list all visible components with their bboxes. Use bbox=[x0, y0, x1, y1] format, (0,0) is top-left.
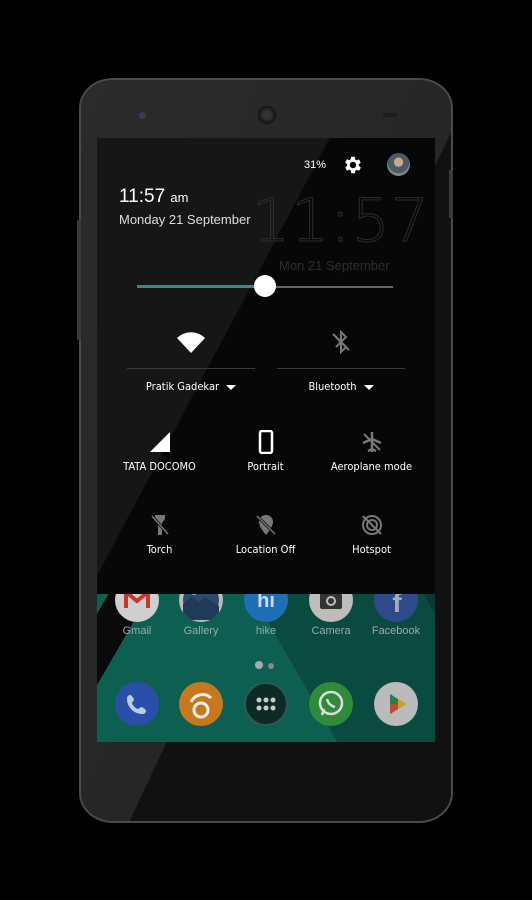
wifi-tile[interactable] bbox=[127, 330, 255, 354]
bluetooth-dropdown[interactable]: Bluetooth bbox=[277, 380, 405, 393]
dock-app-drawer[interactable] bbox=[236, 682, 296, 726]
page-dot-active[interactable] bbox=[255, 661, 263, 669]
screen: Gmail Gallery hi hike Camera f Facebook bbox=[97, 138, 435, 742]
torch-off-icon bbox=[150, 515, 169, 535]
hotspot-off-icon bbox=[361, 515, 382, 535]
volume-rocker[interactable] bbox=[77, 220, 81, 340]
app-label: Gmail bbox=[122, 625, 152, 637]
tile-label: Aeroplane mode bbox=[330, 460, 413, 473]
wifi-network-dropdown[interactable]: Pratik Gadekar bbox=[127, 380, 255, 393]
portrait-rotation-icon bbox=[258, 430, 273, 454]
lockscreen-date: Mon 21 September bbox=[279, 258, 390, 273]
divider bbox=[127, 368, 255, 369]
brightness-slider[interactable] bbox=[137, 275, 393, 297]
app-drawer-icon bbox=[244, 682, 288, 726]
wifi-icon bbox=[177, 332, 205, 353]
date: Monday 21 September bbox=[119, 212, 251, 227]
dock-phone[interactable] bbox=[107, 682, 167, 726]
tile-label: Torch bbox=[146, 543, 173, 556]
tile-hotspot[interactable]: Hotspot bbox=[319, 513, 424, 556]
tile-torch[interactable]: Torch bbox=[107, 513, 212, 556]
clock-time: 11:57 bbox=[119, 186, 166, 207]
bluetooth-label: Bluetooth bbox=[308, 380, 357, 393]
tile-rotation[interactable]: Portrait bbox=[213, 430, 318, 473]
tile-mobile-data[interactable]: TATA DOCOMO bbox=[107, 430, 212, 473]
tile-label: TATA DOCOMO bbox=[123, 460, 196, 473]
app-label: Camera bbox=[311, 625, 351, 637]
app-label: Gallery bbox=[183, 625, 219, 637]
bluetooth-tile[interactable] bbox=[277, 330, 405, 354]
settings-gear-icon[interactable] bbox=[342, 154, 364, 181]
page-indicator bbox=[255, 656, 279, 674]
brightness-thumb[interactable] bbox=[254, 275, 276, 297]
play-store-icon bbox=[374, 682, 418, 726]
app-label: hike bbox=[255, 625, 277, 637]
tile-label: Portrait bbox=[247, 460, 284, 473]
tile-label: Location Off bbox=[235, 543, 296, 556]
divider bbox=[277, 368, 405, 369]
cell-signal-icon bbox=[149, 432, 170, 452]
lockscreen-clock: 11:57 bbox=[252, 186, 430, 257]
wifi-label: Pratik Gadekar bbox=[145, 380, 220, 393]
front-camera bbox=[139, 112, 146, 119]
battery-percent: 31% bbox=[304, 159, 327, 171]
tile-location[interactable]: Location Off bbox=[213, 513, 318, 556]
clock-ampm: am bbox=[170, 190, 189, 205]
proximity-sensor bbox=[383, 113, 397, 117]
dock-uc-browser[interactable] bbox=[171, 682, 231, 726]
tile-label: Hotspot bbox=[352, 543, 391, 556]
bluetooth-off-icon bbox=[332, 330, 350, 354]
app-label: Facebook bbox=[371, 625, 421, 637]
tile-airplane[interactable]: Aeroplane mode bbox=[319, 430, 424, 473]
dock bbox=[97, 682, 435, 742]
clock: 11:57 am bbox=[119, 186, 188, 208]
phone-icon bbox=[115, 682, 159, 726]
whatsapp-icon bbox=[309, 682, 353, 726]
dock-play-store[interactable] bbox=[366, 682, 426, 726]
airplane-icon bbox=[361, 432, 382, 453]
dock-whatsapp[interactable] bbox=[301, 682, 361, 726]
caret-down-icon[interactable] bbox=[226, 384, 237, 390]
quick-settings-panel: 11:57 Mon 21 September 31% 11:57 am Mond… bbox=[97, 138, 435, 594]
caret-down-icon[interactable] bbox=[363, 384, 374, 390]
power-button[interactable] bbox=[449, 170, 453, 218]
earpiece-speaker bbox=[258, 106, 276, 124]
uc-browser-icon bbox=[179, 682, 223, 726]
brightness-fill bbox=[137, 285, 265, 288]
page-dot[interactable] bbox=[268, 663, 274, 669]
user-avatar[interactable] bbox=[387, 153, 410, 176]
location-off-icon bbox=[255, 514, 276, 536]
